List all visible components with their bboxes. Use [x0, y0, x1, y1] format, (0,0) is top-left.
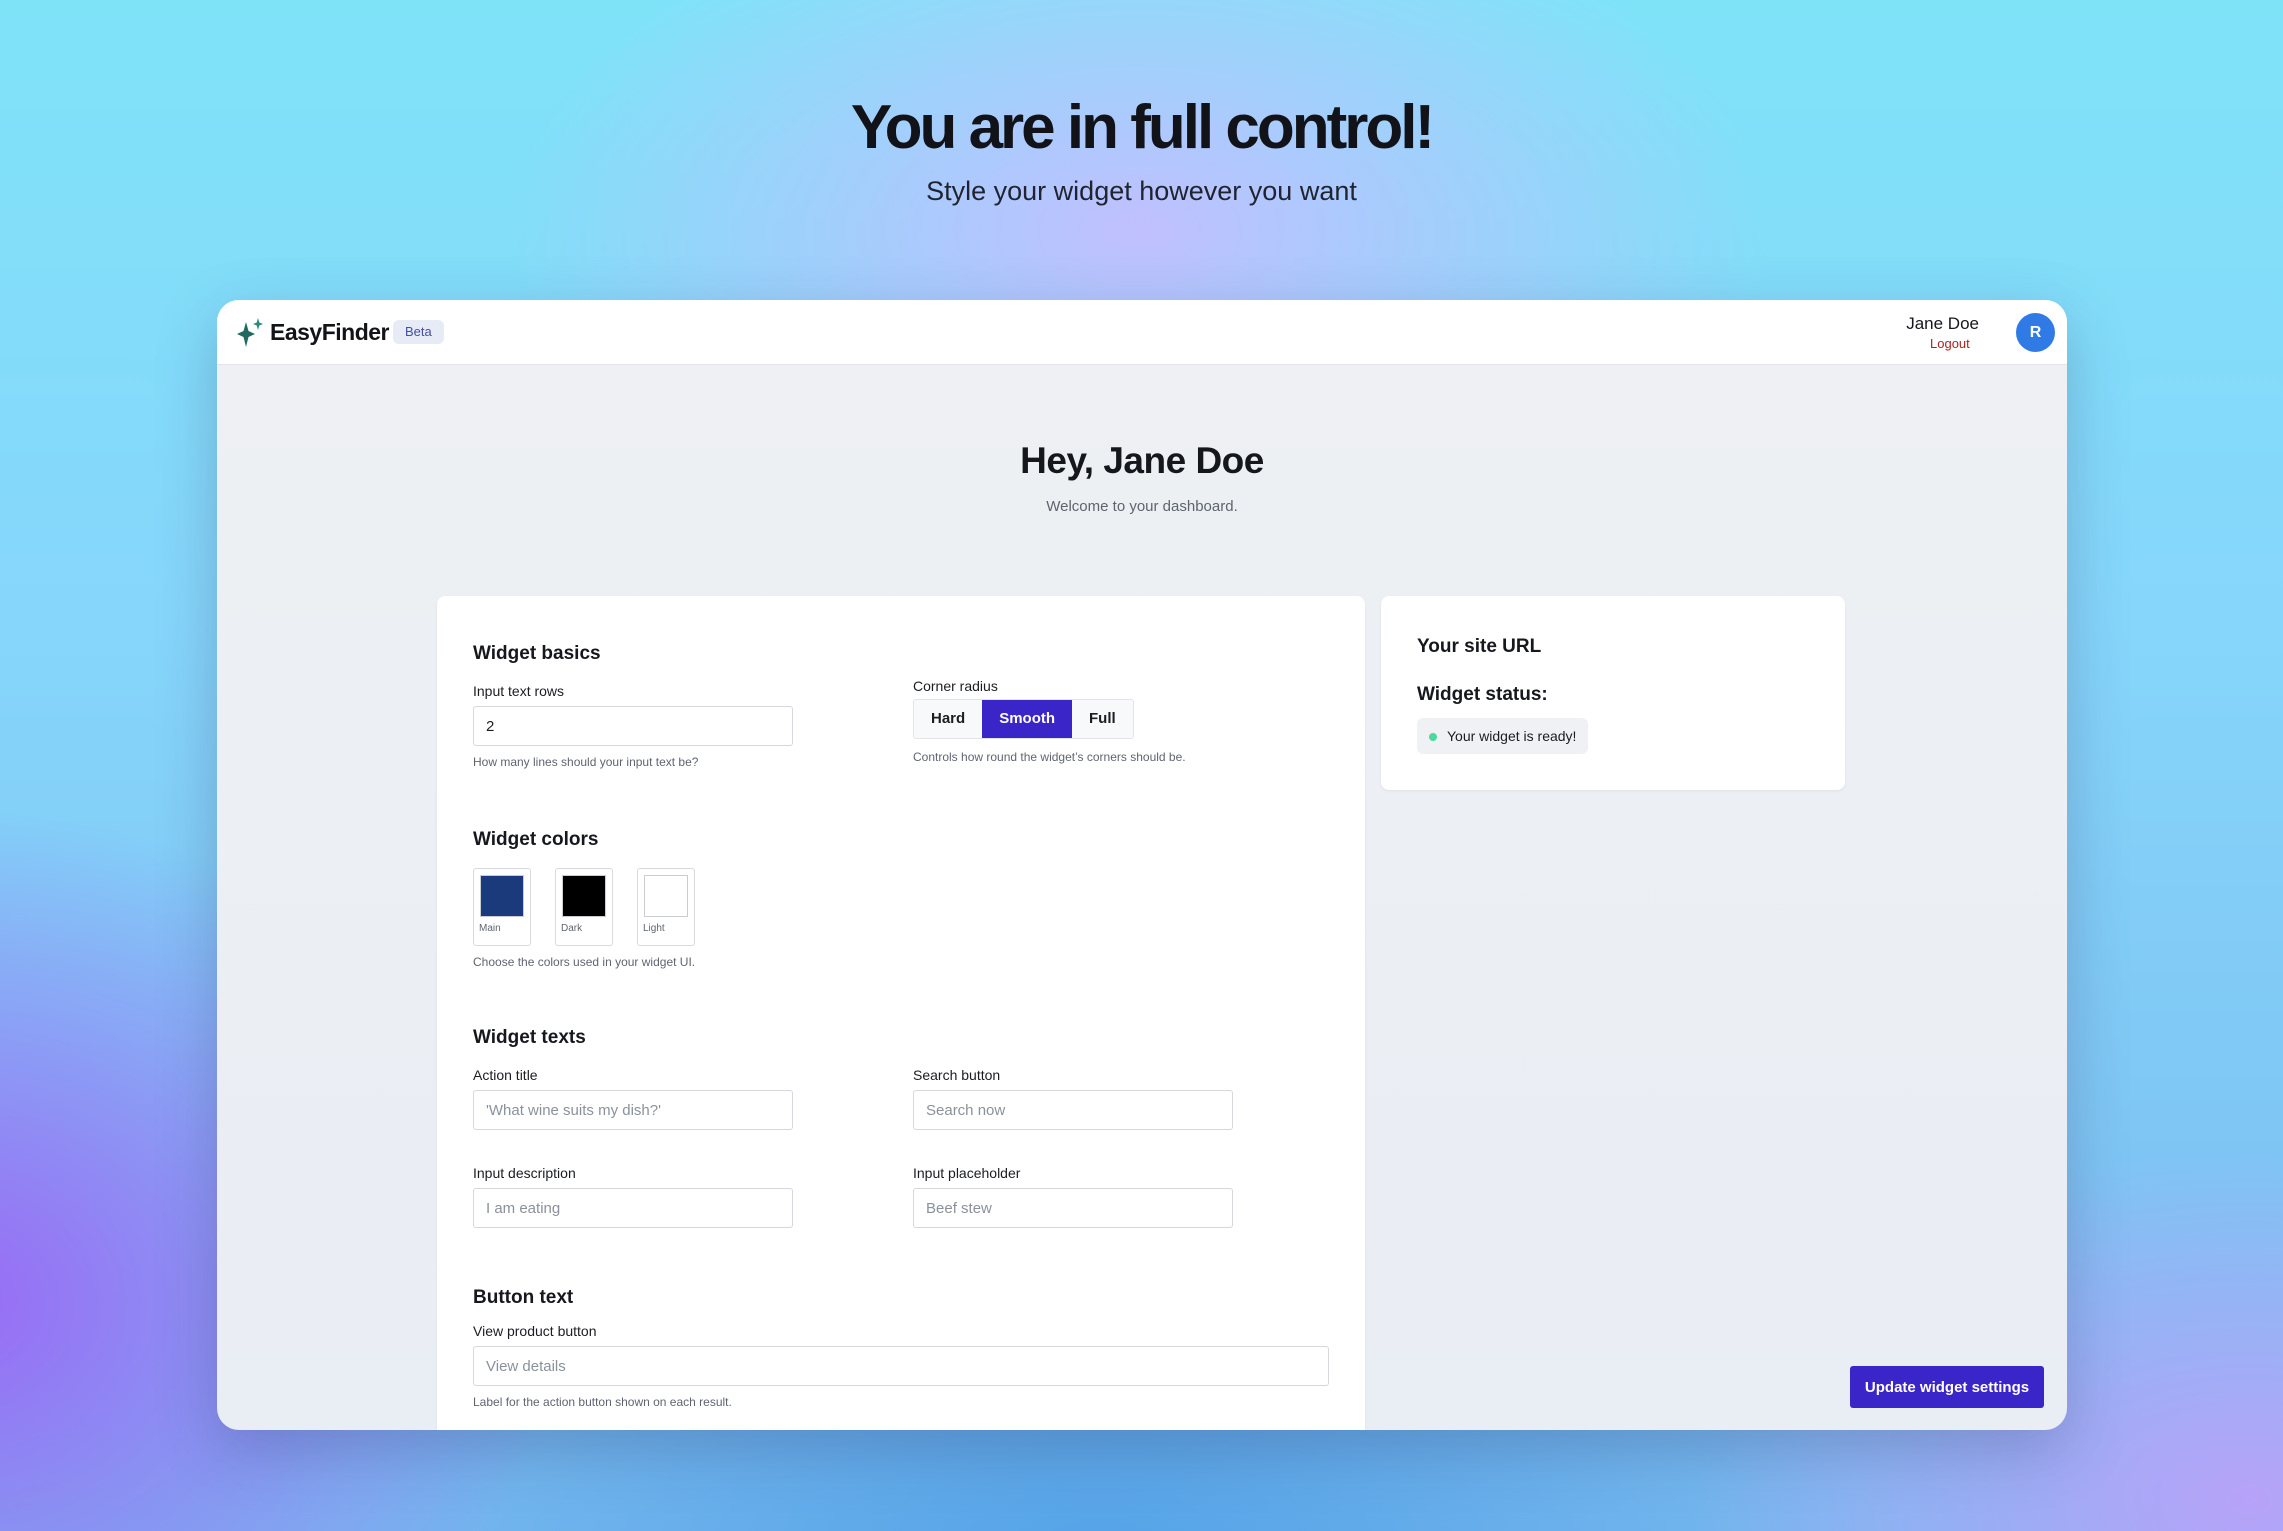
search-button-label: Search button: [913, 1067, 1001, 1083]
view-product-help: Label for the action button shown on eac…: [473, 1395, 732, 1409]
action-title-label: Action title: [473, 1067, 538, 1083]
corner-radius-selector: Hard Smooth Full: [913, 699, 1134, 739]
update-settings-button[interactable]: Update widget settings: [1850, 1366, 2044, 1408]
status-card: Your site URL Widget status: Your widget…: [1381, 596, 1845, 790]
widget-basics-heading: Widget basics: [473, 643, 601, 664]
action-title-input[interactable]: [473, 1090, 793, 1130]
hero-subtitle: Style your widget however you want: [926, 176, 1357, 206]
widget-texts-heading: Widget texts: [473, 1027, 586, 1048]
page-title: Hey, Jane Doe: [1020, 440, 1264, 481]
color-caption-main: Main: [479, 923, 501, 934]
app-window: EasyFinder Beta Jane Doe Logout R Hey, J…: [217, 300, 2067, 1430]
color-chip-dark: [562, 875, 606, 917]
view-product-input[interactable]: [473, 1346, 1329, 1386]
rows-label: Input text rows: [473, 683, 565, 699]
color-swatch-main[interactable]: Main: [473, 868, 531, 946]
beta-badge: Beta: [393, 320, 444, 344]
radius-option-smooth[interactable]: Smooth: [982, 700, 1073, 738]
settings-card: Widget basics Input text rows How many l…: [437, 596, 1365, 1430]
widget-colors-heading: Widget colors: [473, 829, 599, 850]
status-badge: Your widget is ready!: [1417, 718, 1589, 754]
status-text: Your widget is ready!: [1447, 728, 1577, 744]
sparkle-logo-icon[interactable]: [237, 318, 265, 348]
input-placeholder-label: Input placeholder: [913, 1165, 1021, 1181]
color-swatch-light[interactable]: Light: [637, 868, 695, 946]
user-name: Jane Doe: [1906, 314, 1979, 333]
site-url-heading: Your site URL: [1417, 636, 1542, 657]
status-dot-icon: [1429, 733, 1437, 741]
color-chip-main: [480, 875, 524, 917]
input-placeholder-input[interactable]: [913, 1188, 1233, 1228]
color-chip-light: [644, 875, 688, 917]
widget-status-heading: Widget status:: [1417, 684, 1548, 705]
colors-help: Choose the colors used in your widget UI…: [473, 955, 696, 969]
avatar[interactable]: R: [2016, 313, 2055, 352]
color-caption-dark: Dark: [561, 923, 583, 934]
page-subtitle: Welcome to your dashboard.: [1046, 498, 1238, 515]
logout-link[interactable]: Logout: [1930, 336, 1970, 351]
rows-input[interactable]: [473, 706, 793, 746]
brand-name[interactable]: EasyFinder: [270, 319, 390, 346]
view-product-label: View product button: [473, 1323, 597, 1339]
radius-help: Controls how round the widget’s corners …: [913, 750, 1186, 764]
button-text-heading: Button text: [473, 1287, 574, 1308]
input-description-input[interactable]: [473, 1188, 793, 1228]
search-button-input[interactable]: [913, 1090, 1233, 1130]
radius-label: Corner radius: [913, 678, 998, 694]
radius-option-hard[interactable]: Hard: [914, 700, 983, 738]
color-caption-light: Light: [643, 923, 665, 934]
radius-option-full[interactable]: Full: [1072, 700, 1133, 738]
top-bar: EasyFinder Beta Jane Doe Logout R: [217, 300, 2067, 365]
input-description-label: Input description: [473, 1165, 576, 1181]
hero-title: You are in full control!: [850, 93, 1435, 162]
rows-help: How many lines should your input text be…: [473, 755, 699, 769]
color-swatch-dark[interactable]: Dark: [555, 868, 613, 946]
